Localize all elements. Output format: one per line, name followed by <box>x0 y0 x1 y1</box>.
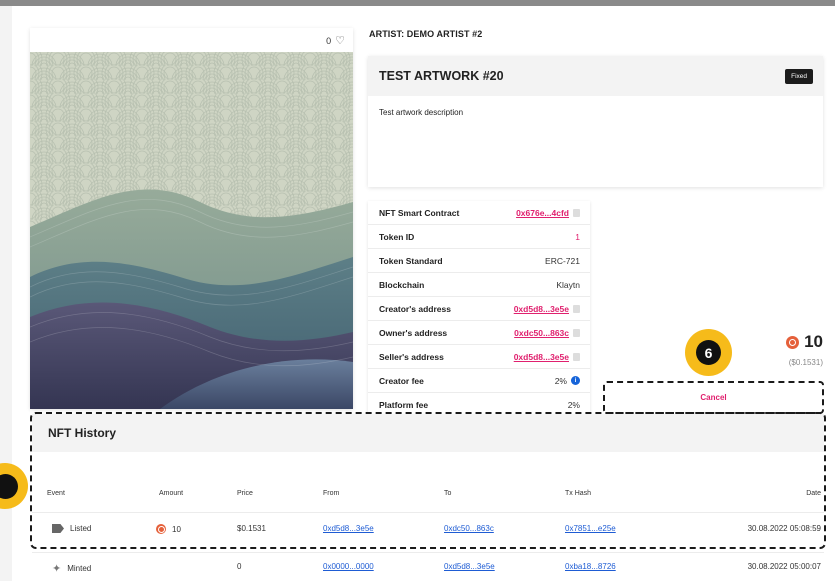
row-divider <box>32 512 824 513</box>
price-usd: ($0.1531) <box>788 358 823 367</box>
price-value: $0.1531 <box>237 524 266 533</box>
info-row-contract: NFT Smart Contract 0x676e...4cfd <box>368 201 590 225</box>
col-event: Event <box>47 490 65 497</box>
price-display: 10 <box>786 332 823 352</box>
event-label: Minted <box>67 564 92 573</box>
info-icon[interactable]: i <box>571 376 580 385</box>
nft-info-table: NFT Smart Contract 0x676e...4cfd Token I… <box>368 201 590 417</box>
title-card: TEST ARTWORK #20 Fixed Test artwork desc… <box>368 56 823 187</box>
artist-label: ARTIST: DEMO ARTIST #2 <box>369 29 483 39</box>
tag-icon <box>52 524 64 533</box>
sparkle-icon: ✦ <box>52 563 62 575</box>
cancel-button[interactable]: Cancel <box>603 381 824 414</box>
sale-type-badge: Fixed <box>785 68 813 84</box>
to-link[interactable]: 0xdc50...863c <box>444 524 494 533</box>
artwork-image <box>30 52 353 409</box>
copy-icon[interactable] <box>573 352 580 361</box>
col-to: To <box>444 490 452 497</box>
from-link[interactable]: 0xd5d8...3e5e <box>323 524 374 533</box>
info-row-seller: Seller's address 0xd5d8...3e5e <box>368 345 590 369</box>
info-label: NFT Smart Contract <box>379 207 460 218</box>
like-count: 0 <box>326 35 332 46</box>
owner-address-link[interactable]: 0xdc50...863c <box>514 328 569 338</box>
history-highlight-box <box>30 412 826 549</box>
creator-address-link[interactable]: 0xd5d8...3e5e <box>514 304 569 314</box>
history-row-event: Listed <box>52 524 91 533</box>
info-label: Token Standard <box>379 255 443 266</box>
contract-link[interactable]: 0x676e...4cfd <box>516 208 569 218</box>
info-label: Owner's address <box>379 327 448 338</box>
history-row-event: ✦ Minted <box>52 562 91 575</box>
like-button[interactable]: 0 ♡ <box>326 34 345 47</box>
step-badge-number: 6 <box>696 340 721 365</box>
from-link[interactable]: 0x0000...0000 <box>323 562 374 571</box>
step-badge: 6 <box>685 329 732 376</box>
col-date: Date <box>806 490 821 497</box>
copy-icon[interactable] <box>573 328 580 337</box>
step-badge-left <box>0 463 28 509</box>
info-label: Blockchain <box>379 279 425 290</box>
info-label: Creator fee <box>379 375 424 386</box>
tx-hash-link[interactable]: 0xba18...8726 <box>565 562 616 571</box>
col-amount: Amount <box>159 490 184 497</box>
info-row-blockchain: Blockchain Klaytn <box>368 273 590 297</box>
history-row-amount: 10 <box>156 524 181 534</box>
price-amount: 10 <box>804 332 823 351</box>
copy-icon[interactable] <box>573 304 580 313</box>
col-price: Price <box>237 490 253 497</box>
klay-coin-icon <box>156 524 166 534</box>
info-row-creator-fee: Creator fee 2% i <box>368 369 590 393</box>
date-value: 30.08.2022 05:00:07 <box>747 562 821 571</box>
artwork-description: Test artwork description <box>379 108 464 117</box>
amount-value: 10 <box>172 524 181 534</box>
heart-icon[interactable]: ♡ <box>335 34 345 47</box>
cancel-label: Cancel <box>700 393 727 402</box>
artwork-title: TEST ARTWORK #20 <box>379 69 504 83</box>
col-tx-hash: Tx Hash <box>565 490 592 497</box>
klay-coin-icon <box>786 335 800 349</box>
info-row-creator: Creator's address 0xd5d8...3e5e <box>368 297 590 321</box>
seller-address-link[interactable]: 0xd5d8...3e5e <box>514 352 569 362</box>
token-standard-value: ERC-721 <box>545 255 580 266</box>
info-row-token-id: Token ID 1 <box>368 225 590 249</box>
platform-fee-value: 2% <box>567 400 580 410</box>
token-id-value: 1 <box>575 231 580 242</box>
artwork-card: 0 ♡ <box>30 28 353 409</box>
to-link[interactable]: 0xd5d8...3e5e <box>444 562 495 571</box>
tx-hash-link[interactable]: 0x7851...e25e <box>565 524 616 533</box>
date-value: 30.08.2022 05:08:59 <box>747 524 821 533</box>
info-label: Token ID <box>379 231 415 242</box>
row-divider <box>32 552 824 553</box>
blockchain-value: Klaytn <box>556 279 580 290</box>
event-label: Listed <box>70 524 92 533</box>
creator-fee-value: 2% <box>554 375 567 386</box>
info-row-owner: Owner's address 0xdc50...863c <box>368 321 590 345</box>
price-value: 0 <box>237 562 242 571</box>
col-from: From <box>323 490 340 497</box>
info-label: Creator's address <box>379 303 451 314</box>
info-label: Seller's address <box>379 351 444 362</box>
info-label: Platform fee <box>379 400 429 410</box>
top-bar <box>0 0 835 6</box>
info-row-token-standard: Token Standard ERC-721 <box>368 249 590 273</box>
copy-icon[interactable] <box>573 208 580 217</box>
title-bar: TEST ARTWORK #20 Fixed <box>368 56 823 96</box>
